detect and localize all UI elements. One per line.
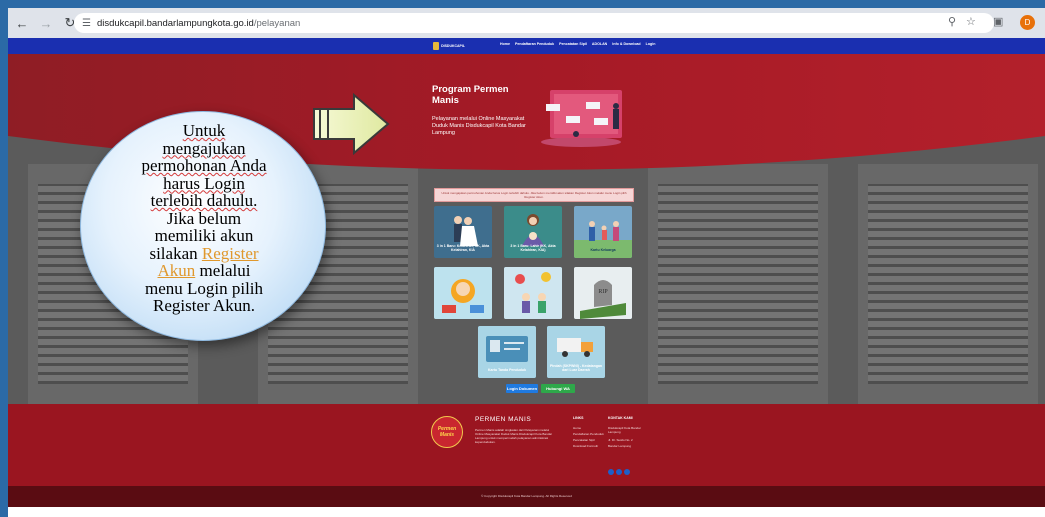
facebook-icon[interactable]	[608, 469, 614, 475]
forward-icon[interactable]: →	[36, 13, 56, 33]
back-icon[interactable]: ←	[12, 13, 32, 33]
footer-link-pencatatan[interactable]: Pencatatan Sipil	[573, 438, 595, 442]
footer-contact-line-2: Jl. Dr. Susilo No. 2	[608, 438, 633, 442]
annotation-line-2: mengajukan	[162, 138, 246, 158]
footer-links-heading: LINKS	[573, 416, 584, 420]
hero-title: Program Permen Manis	[432, 84, 509, 106]
instagram-icon[interactable]	[624, 469, 630, 475]
login-dokumen-button[interactable]: Login Dokumen	[506, 384, 538, 393]
annotation-register-link: Register	[201, 243, 259, 263]
svg-text:RIP: RIP	[598, 289, 608, 295]
site-logo[interactable]: DISDUKCAPIL	[433, 41, 465, 51]
annotation-line-11: Register Akun.	[153, 296, 255, 315]
annotation-line-7: memiliki akun	[154, 226, 254, 245]
service-card-8-label: Pindah (SKPWNI) - Kedatangan dari Luar D…	[549, 364, 603, 372]
footer-link-home[interactable]: Home	[573, 426, 581, 430]
whatsapp-button[interactable]: Hubungi WA	[541, 384, 575, 393]
hero-subtitle: Pelayanan melalui Online Masyarakat Dudu…	[432, 116, 526, 136]
service-card-6[interactable]: RIP	[574, 267, 632, 319]
twitter-icon[interactable]	[616, 469, 622, 475]
service-card-3[interactable]: Kartu Keluarga	[574, 206, 632, 258]
copyright-text: © Copyright Disdukcapil Kota Bandar Lamp…	[481, 494, 572, 498]
service-card-1[interactable]: 3 in 1 Baru: Kelahiran, KK, Akta Kelahir…	[434, 206, 492, 258]
footer-description: Permen Manis adalah singkatan dari Pelay…	[475, 428, 553, 444]
nav-pendaftaran[interactable]: Pendaftaran Penduduk	[515, 42, 554, 46]
service-card-2-label: 3 in 1 Baru: Lahir (KK, Akta Kelahiran, …	[510, 244, 556, 252]
service-card-5[interactable]	[504, 267, 562, 319]
annotation-line-8a: silakan	[149, 243, 202, 263]
login-notice: Untuk mengajukan permohonan Anda harus L…	[434, 188, 634, 202]
site-menu: Home Pendaftaran Penduduk Pencatatan Sip…	[500, 42, 655, 46]
footer-contact-line-3: Bandar Lampung	[608, 444, 632, 448]
annotation-line-6: Jika belum	[166, 208, 242, 228]
annotation-text: Untuk mengajukan permohonan Anda harus L…	[120, 122, 288, 315]
nav-download[interactable]: Info & Download	[612, 42, 640, 46]
footer-contact-heading: KONTAK KAMI	[608, 416, 633, 420]
extensions-icon[interactable]: ▣	[993, 15, 1003, 28]
building-image-mid-right	[648, 164, 828, 404]
site-navbar: DISDUKCAPIL Home Pendaftaran Penduduk Pe…	[8, 38, 1045, 54]
service-card-2[interactable]: 3 in 1 Baru: Lahir (KK, Akta Kelahiran, …	[504, 206, 562, 258]
footer-contact-line-1: Disdukcapil Kota Bandar Lampung	[608, 426, 641, 434]
url-domain: disdukcapil.bandarlampungkota.go.id	[96, 17, 254, 29]
annotation-line-9b: melalui	[195, 261, 251, 280]
site-info-icon[interactable]: ☰	[82, 18, 91, 29]
annotation-line-10: menu Login pilih	[144, 278, 264, 298]
profile-avatar[interactable]: D	[1020, 15, 1035, 30]
nav-home[interactable]: Home	[500, 42, 510, 46]
building-image-right	[858, 164, 1038, 404]
crest-icon	[433, 42, 440, 50]
annotation-akun-link: Akun	[157, 261, 196, 280]
nav-login[interactable]: Login	[646, 42, 656, 46]
service-card-1-label: 3 in 1 Baru: Kelahiran, KK, Akta Kelahir…	[436, 244, 490, 252]
service-card-4[interactable]	[434, 267, 492, 319]
zoom-icon[interactable]: ⚲	[948, 15, 956, 28]
service-card-7[interactable]: Kartu Tanda Penduduk	[478, 326, 536, 378]
annotation-line-1: Untuk	[182, 121, 226, 140]
service-card-8[interactable]: Pindah (SKPWNI) - Kedatangan dari Luar D…	[547, 326, 605, 378]
hero-illustration	[541, 90, 622, 147]
nav-adolan[interactable]: ADOLAN	[592, 42, 607, 46]
footer-link-download[interactable]: Download Formulir	[573, 444, 598, 448]
footer-link-pendaftaran[interactable]: Pendaftaran Penduduk	[573, 432, 604, 436]
browser-frame: ← → ↻ ☰ disdukcapil.bandarlampungkota.go…	[8, 8, 1045, 517]
footer-title: PERMEN MANIS	[475, 416, 532, 423]
service-card-3-label: Kartu Keluarga	[590, 248, 616, 252]
celebration-illustration	[504, 267, 562, 319]
annotation-line-4: harus Login	[163, 173, 245, 193]
gravestone-illustration: RIP	[574, 267, 632, 319]
baby-illustration	[434, 267, 492, 319]
annotation-line-5: terlebih dahulu.	[150, 191, 258, 210]
service-card-7-label: Kartu Tanda Penduduk	[487, 368, 527, 372]
nav-pencatatan[interactable]: Pencatatan Sipil	[559, 42, 587, 46]
annotation-line-3: permohonan Anda	[141, 156, 267, 175]
footer-logo: Permen Manis	[431, 416, 463, 448]
address-bar[interactable]: ☰ disdukcapil.bandarlampungkota.go.id/pe…	[74, 13, 994, 33]
pointer-arrow-icon	[313, 93, 390, 155]
url-path: /pelayanan	[253, 17, 301, 29]
bookmark-star-icon[interactable]: ☆	[966, 15, 976, 28]
site-logo-text: DISDUKCAPIL	[441, 44, 465, 48]
